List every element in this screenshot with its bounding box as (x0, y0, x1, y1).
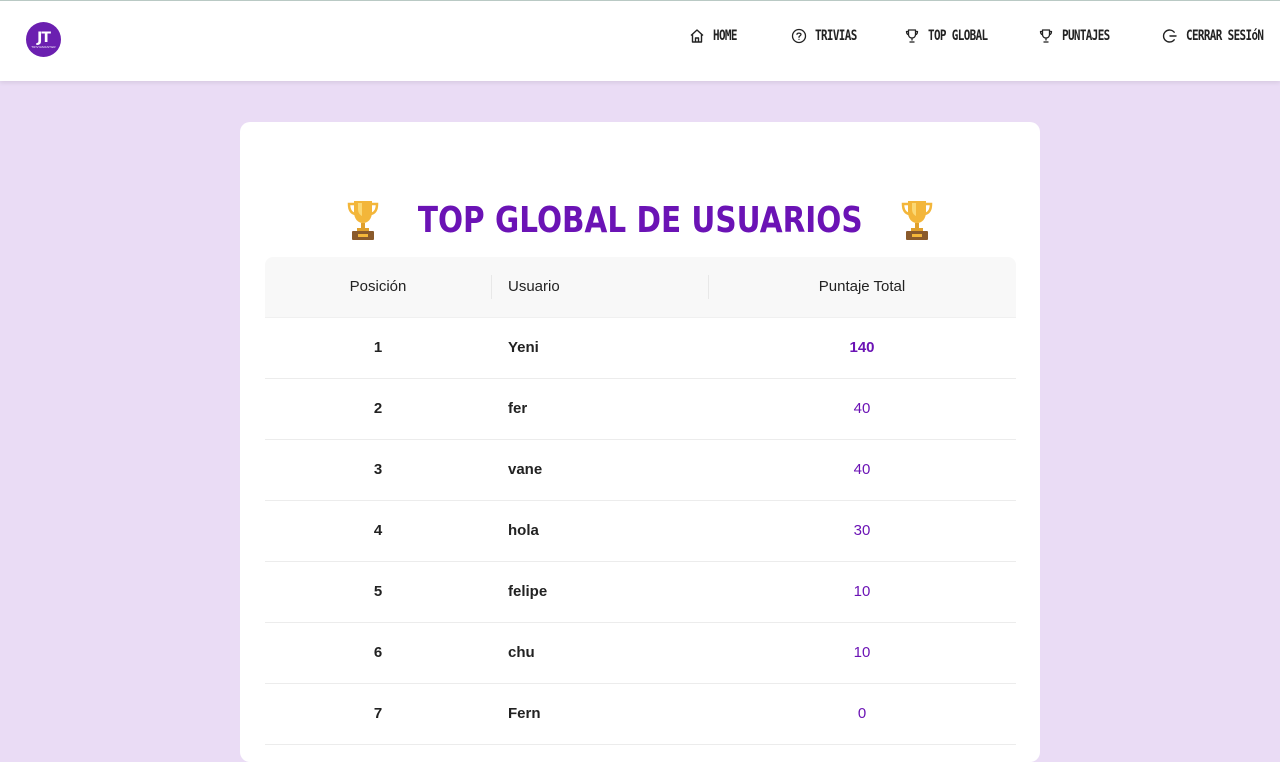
trophy-emoji-icon (347, 201, 379, 240)
column-header-score[interactable]: Puntaje Total (708, 257, 1016, 317)
nav-logout[interactable]: CERRAR SESIóN (1162, 28, 1280, 44)
ranking-table: Posición Usuario Puntaje Total 1 Yeni 14… (265, 257, 1016, 745)
row-username: hola (508, 522, 539, 539)
row-score: 140 (849, 339, 875, 356)
table-row: 5 felipe 10 (265, 562, 1016, 623)
row-username: chu (508, 644, 535, 661)
logout-icon (1162, 29, 1177, 43)
table-row: 1 Yeni 140 (265, 318, 1016, 379)
row-score: 10 (853, 644, 871, 661)
logo-mark: JT (37, 29, 51, 46)
row-username: felipe (508, 583, 548, 600)
table-row: 3 vane 40 (265, 440, 1016, 501)
column-divider (491, 275, 492, 299)
nav-home[interactable]: HOME (689, 28, 744, 44)
nav-trivias[interactable]: TRIVIAS (791, 28, 868, 44)
row-position: 5 (373, 583, 383, 600)
nav-top-global-label: TOP GLOBAL (928, 28, 988, 44)
row-position: 3 (373, 461, 383, 478)
nav-top-global[interactable]: TOP GLOBAL (904, 28, 1004, 44)
nav-puntajes[interactable]: PUNTAJES (1038, 28, 1123, 44)
logo-text: TRIVIAMASTER (31, 44, 56, 49)
row-position: 7 (373, 705, 383, 722)
row-score: 40 (853, 400, 871, 417)
row-username: vane (508, 461, 543, 478)
row-username: Fern (508, 705, 541, 722)
page-title: TOP GLOBAL DE USUARIOS (417, 199, 863, 241)
row-position: 2 (373, 400, 383, 417)
nav-home-label: HOME (713, 28, 737, 44)
table-row: 2 fer 40 (265, 379, 1016, 440)
row-score: 40 (853, 461, 871, 478)
row-position: 6 (373, 644, 383, 661)
column-header-user[interactable]: Usuario (508, 257, 708, 317)
trophy-icon (1039, 29, 1053, 43)
table-row: 7 Fern 0 (265, 684, 1016, 745)
ranking-header: TOP GLOBAL DE USUARIOS (0, 192, 1280, 248)
nav-logout-label: CERRAR SESIóN (1186, 28, 1264, 44)
row-position: 4 (373, 522, 383, 539)
nav-puntajes-label: PUNTAJES (1062, 28, 1110, 44)
table-row: 4 hola 30 (265, 501, 1016, 562)
row-score: 10 (853, 583, 871, 600)
row-score: 0 (857, 705, 867, 722)
column-header-position[interactable]: Posición (265, 257, 491, 317)
row-username: Yeni (508, 339, 539, 356)
top-navbar: JT TRIVIAMASTER HOME TRIVIAS TOP GLOBAL (0, 0, 1280, 81)
trophy-emoji-icon (901, 201, 933, 240)
home-icon (690, 29, 704, 43)
question-circle-icon (791, 28, 807, 44)
row-score: 30 (853, 522, 871, 539)
table-row: 6 chu 10 (265, 623, 1016, 684)
trophy-icon (905, 29, 919, 43)
app-logo[interactable]: JT TRIVIAMASTER (26, 22, 61, 57)
nav-trivias-label: TRIVIAS (815, 28, 857, 44)
row-username: fer (508, 400, 528, 417)
table-header: Posición Usuario Puntaje Total (265, 257, 1016, 318)
row-position: 1 (373, 339, 383, 356)
